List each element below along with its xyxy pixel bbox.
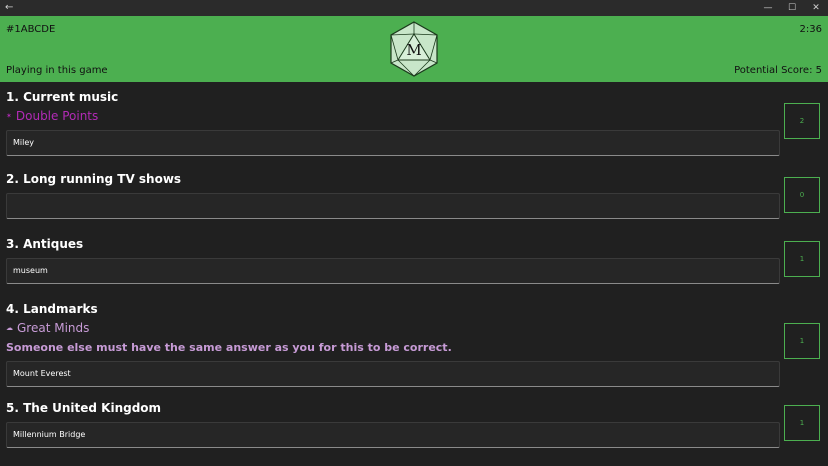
answer-input[interactable]: [6, 193, 780, 219]
game-header: #1ABCDE 2:36 M Playing in this game Pote…: [0, 16, 828, 82]
playing-label: Playing in this game: [6, 65, 108, 76]
question-title: 5. The United Kingdom: [6, 401, 162, 415]
score-box-3: 1: [784, 241, 820, 277]
close-icon[interactable]: ✕: [804, 0, 828, 16]
question-2: 2. Long running TV shows: [6, 171, 780, 219]
answer-input[interactable]: museum: [6, 258, 780, 284]
modifier-label: Double Points: [15, 109, 99, 123]
brain-icon: ☁: [6, 324, 13, 332]
minimize-icon[interactable]: —: [756, 0, 780, 16]
question-5: 5. The United Kingdom Millennium Bridge: [6, 400, 780, 448]
back-arrow-icon[interactable]: ←: [5, 1, 13, 15]
score-box-2: 0: [784, 177, 820, 213]
window-controls: — ☐ ✕: [756, 0, 828, 16]
logo-letter: M: [406, 41, 421, 59]
countdown-timer: 2:36: [799, 24, 822, 35]
score-box-1: 2: [784, 103, 820, 139]
game-id: #1ABCDE: [6, 24, 56, 35]
score-box-4: 1: [784, 323, 820, 359]
answer-input[interactable]: Mount Everest: [6, 361, 780, 387]
star-icon: ✶: [6, 112, 12, 120]
score-box-5: 1: [784, 405, 820, 441]
question-3: 3. Antiques museum: [6, 236, 780, 284]
question-title: 3. Antiques: [6, 237, 84, 251]
modifier-label: Great Minds: [17, 321, 90, 335]
great-minds-modifier: ☁ Great Minds: [6, 320, 780, 336]
question-title: 2. Long running TV shows: [6, 172, 182, 186]
question-title: 4. Landmarks: [6, 302, 98, 316]
question-1: 1. Current music ✶ Double Points Miley: [6, 89, 780, 156]
potential-score: Potential Score: 5: [734, 65, 822, 76]
maximize-icon[interactable]: ☐: [780, 0, 804, 16]
question-4: 4. Landmarks ☁ Great Minds Someone else …: [6, 301, 780, 387]
answer-input[interactable]: Miley: [6, 130, 780, 156]
question-title: 1. Current music: [6, 90, 119, 104]
double-points-modifier: ✶ Double Points: [6, 108, 780, 124]
modifier-description: Someone else must have the same answer a…: [6, 341, 452, 354]
d20-logo-icon: M: [388, 20, 440, 78]
answer-input[interactable]: Millennium Bridge: [6, 422, 780, 448]
window-titlebar: ← — ☐ ✕: [0, 0, 828, 16]
